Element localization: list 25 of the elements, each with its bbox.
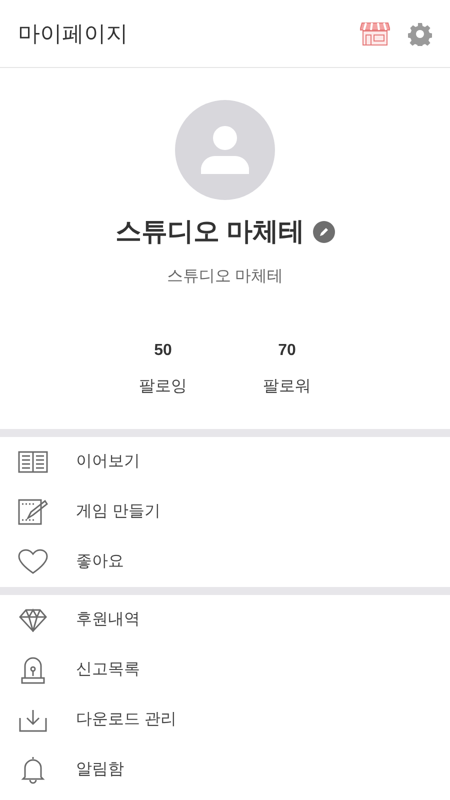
download-icon (19, 708, 47, 732)
avatar-icon (175, 100, 275, 200)
profile-name: 스튜디오 마체테 (115, 215, 305, 248)
menu-item[interactable]: 게임 만들기 (0, 487, 450, 537)
settings-icon[interactable] (408, 22, 432, 46)
diamond-icon (19, 608, 47, 632)
menu-item[interactable]: 좋아요 (0, 537, 450, 587)
stat-count: 50 (154, 341, 172, 361)
pencil-board-icon (18, 498, 48, 526)
edit-icon[interactable] (312, 220, 335, 242)
shop-icon[interactable] (360, 20, 390, 46)
profile-subtitle: 스튜디오 마체테 (166, 267, 284, 287)
menu-item[interactable]: 이어보기 (0, 437, 450, 487)
menu-item[interactable]: 후원내역 (0, 595, 450, 645)
stat-label[interactable]: 팔로잉 (139, 375, 187, 399)
bell-icon (20, 756, 46, 784)
menu-item[interactable]: 알림함 (0, 745, 450, 795)
book-icon (18, 451, 48, 473)
menu-item[interactable]: 신고목록 (0, 645, 450, 695)
stat-label[interactable]: 팔로워 (263, 375, 311, 399)
siren-icon (20, 656, 46, 684)
heart-icon (18, 549, 48, 575)
menu-item[interactable]: 다운로드 관리 (0, 695, 450, 745)
stat-count: 70 (278, 341, 296, 361)
page-title: 마이페이지 (18, 20, 128, 48)
